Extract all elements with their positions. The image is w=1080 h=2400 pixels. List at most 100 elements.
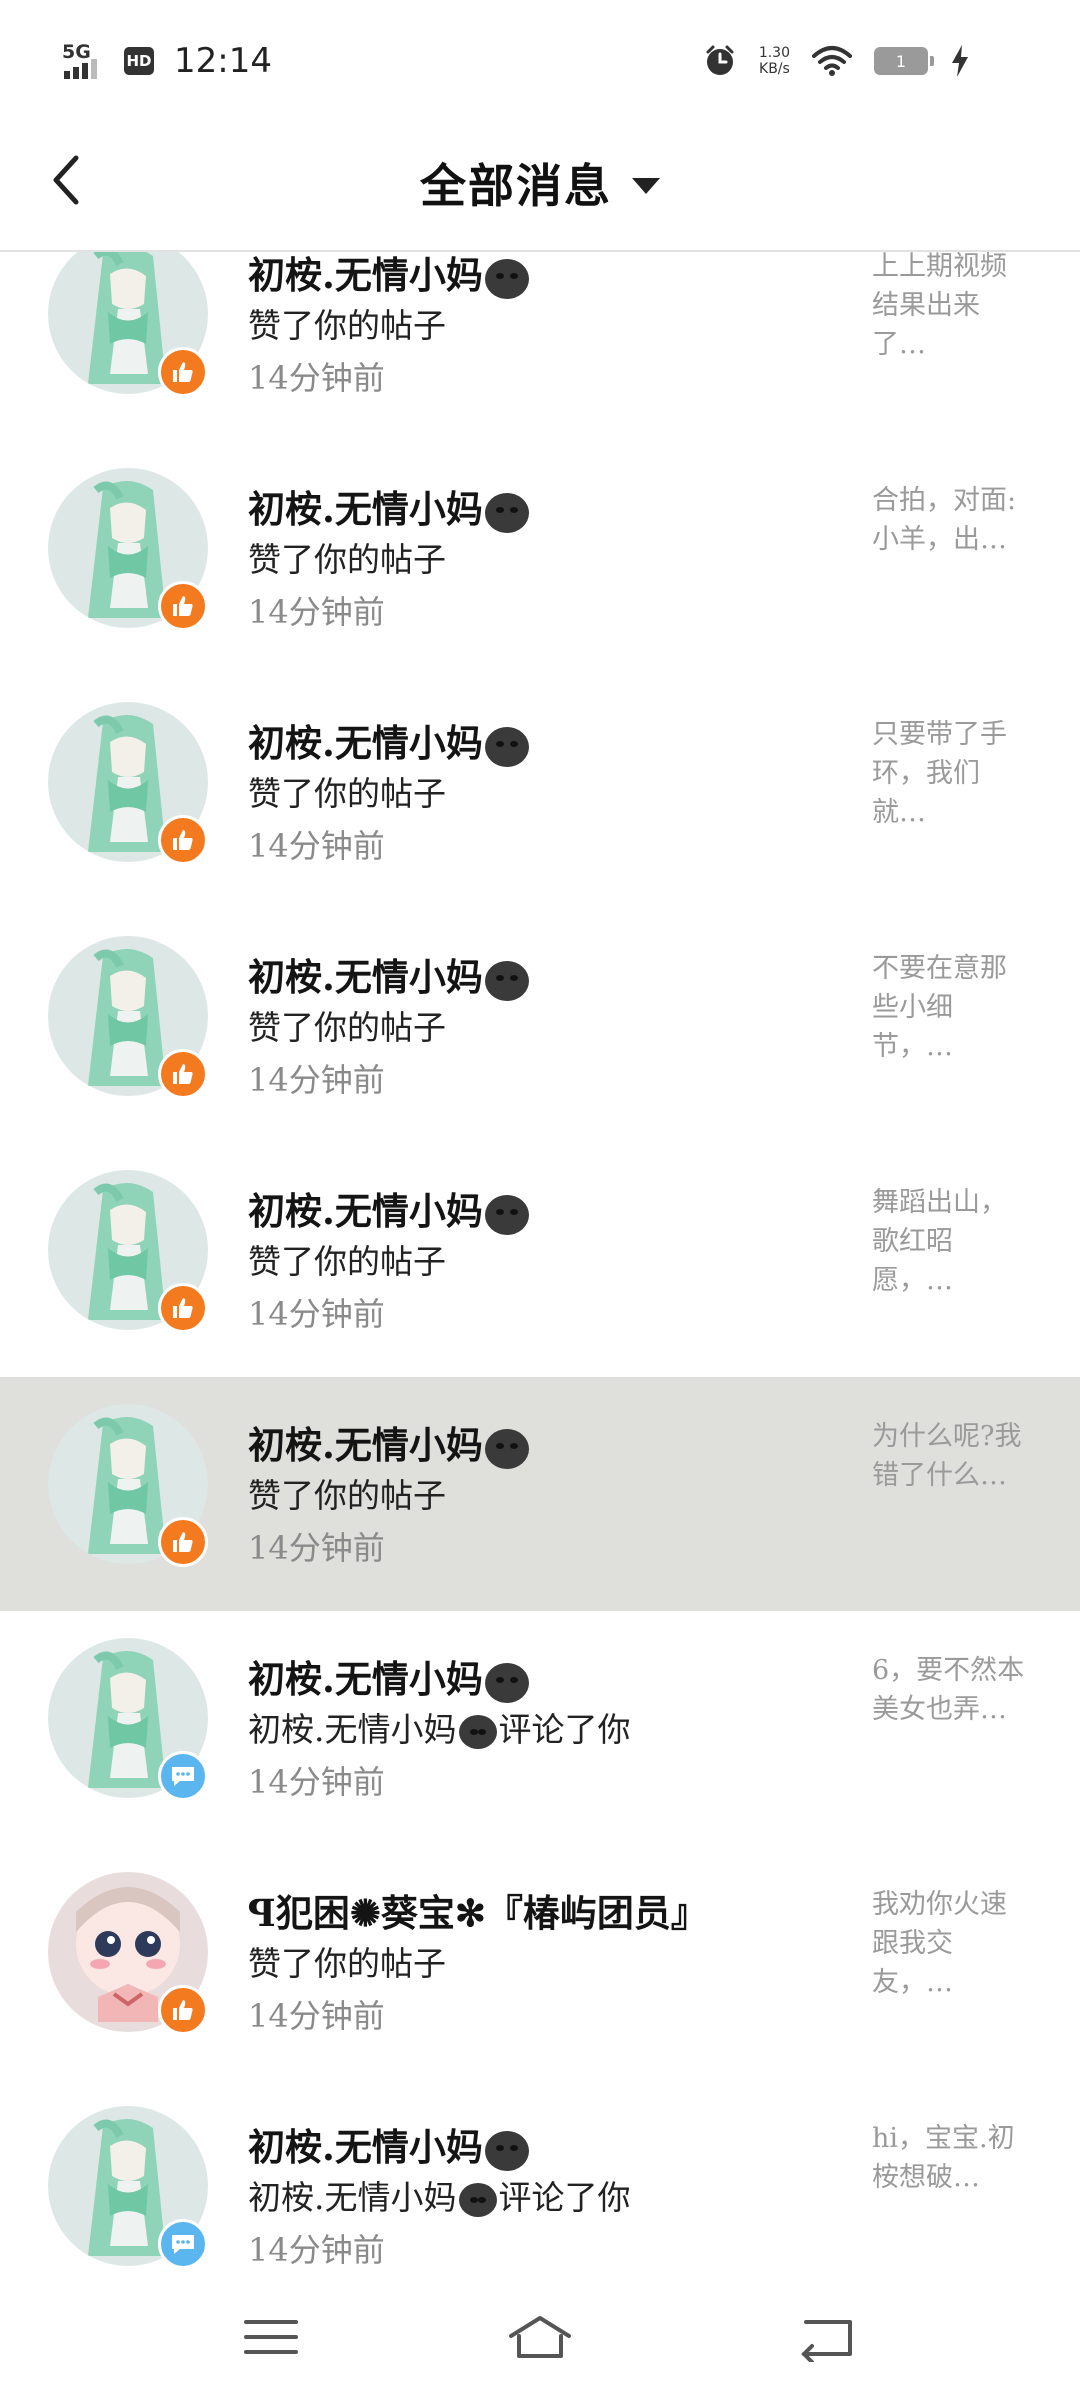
commenter-name: 初桉.无情小妈 <box>248 1710 457 1749</box>
emoji-icon <box>484 258 529 299</box>
user-name[interactable]: 初桉.无情小妈 <box>248 2117 531 2171</box>
post-preview[interactable]: 为什么呢?我错了什么… <box>872 1417 1032 1495</box>
network-type: 5G <box>62 41 91 63</box>
timestamp: 14分钟前 <box>248 1295 385 1333</box>
user-name[interactable]: ꟼ犯困✺葵宝✻『椿屿团员』 <box>248 1883 708 1937</box>
timestamp: 14分钟前 <box>248 1997 385 2035</box>
comment-badge-icon <box>158 2219 208 2269</box>
timestamp: 14分钟前 <box>248 593 385 631</box>
comment-badge-icon <box>158 1751 208 1801</box>
user-name-text: 初桉.无情小妈 <box>248 253 483 297</box>
notification-action: 赞了你的帖子 <box>248 540 446 579</box>
network-speed: 1.30 KB/s <box>759 45 790 77</box>
user-name[interactable]: 初桉.无情小妈 <box>248 947 531 1001</box>
status-left: 5G HD 12:14 <box>62 36 272 86</box>
post-preview[interactable]: hi，宝宝.初桉想破… <box>872 2119 1032 2197</box>
notification-item[interactable]: 初桉.无情小妈赞了你的帖子 14分钟前 舞蹈出山，歌红昭愿，… <box>0 1143 1080 1377</box>
user-name-text: 初桉.无情小妈 <box>248 1189 483 1233</box>
alarm-icon <box>706 45 734 75</box>
timestamp: 14分钟前 <box>248 1529 385 1567</box>
post-preview[interactable]: 舞蹈出山，歌红昭愿，… <box>872 1183 1032 1300</box>
system-nav-bar <box>0 2272 1080 2400</box>
status-bar: 5G HD 12:14 1.30 KB/s 1 <box>0 0 1080 110</box>
notification-action: 赞了你的帖子 <box>248 1944 446 1983</box>
emoji-icon <box>458 1715 497 1749</box>
caret-down-icon <box>632 178 660 194</box>
status-right: 1.30 KB/s 1 <box>703 38 970 84</box>
user-name-text: 初桉.无情小妈 <box>248 1657 483 1701</box>
message-filter-dropdown[interactable]: 全部消息 <box>0 150 1080 216</box>
notification-item[interactable]: 初桉.无情小妈 初桉.无情小妈 评论了你 14分钟前 hi，宝宝.初桉想破… <box>0 2079 1080 2272</box>
user-name[interactable]: 初桉.无情小妈 <box>248 252 531 299</box>
user-name[interactable]: 初桉.无情小妈 <box>248 1415 531 1469</box>
emoji-icon <box>484 2130 529 2171</box>
speed-value: 1.30 <box>758 45 790 61</box>
notification-item[interactable]: 初桉.无情小妈赞了你的帖子 14分钟前 为什么呢?我错了什么… <box>0 1377 1080 1611</box>
notification-item[interactable]: 初桉.无情小妈赞了你的帖子 14分钟前 不要在意那些小细节，… <box>0 909 1080 1143</box>
like-badge-icon <box>158 1985 208 2035</box>
commenter-name: 初桉.无情小妈 <box>248 2178 457 2217</box>
notification-item[interactable]: 初桉.无情小妈赞了你的帖子 14分钟前 上上期视频结果出来了… <box>0 252 1080 441</box>
timestamp: 14分钟前 <box>248 1763 385 1801</box>
user-name[interactable]: 初桉.无情小妈 <box>248 479 531 533</box>
emoji-icon <box>484 960 529 1001</box>
user-name[interactable]: 初桉.无情小妈 <box>248 1649 531 1703</box>
emoji-icon <box>484 1662 529 1703</box>
emoji-icon <box>484 726 529 767</box>
user-name-text: 初桉.无情小妈 <box>248 2125 483 2169</box>
emoji-icon <box>458 2183 497 2217</box>
user-name-text: 初桉.无情小妈 <box>248 1423 483 1467</box>
user-name-text: 初桉.无情小妈 <box>248 487 483 531</box>
hd-icon: HD <box>124 47 154 75</box>
post-preview[interactable]: 上上期视频结果出来了… <box>872 252 1032 364</box>
timestamp: 14分钟前 <box>248 2231 385 2269</box>
post-preview[interactable]: 只要带了手环，我们就… <box>872 715 1032 832</box>
notification-item[interactable]: 初桉.无情小妈 初桉.无情小妈 评论了你 14分钟前 6，要不然本美女也弄… <box>0 1611 1080 1845</box>
notification-list[interactable]: 初桉.无情小妈 赞了你的帖子 14分钟前 上上期视频结果出来了… 初桉.无情小妈 赞了你的… <box>0 252 1080 2272</box>
notification-action: 初桉.无情小妈 评论了你 <box>248 1703 631 1751</box>
back-icon[interactable] <box>790 2312 860 2362</box>
user-name-text: 初桉.无情小妈 <box>248 955 483 999</box>
user-name-text: ꟼ犯困✺葵宝✻『椿屿团员』 <box>248 1891 708 1935</box>
post-preview[interactable]: 不要在意那些小细节，… <box>872 949 1032 1066</box>
page-title: 全部消息 <box>420 159 612 213</box>
like-badge-icon <box>158 1517 208 1567</box>
like-badge-icon <box>158 347 208 397</box>
header: 全部消息 <box>0 110 1080 250</box>
user-name[interactable]: 初桉.无情小妈 <box>248 1181 531 1235</box>
notification-action: 初桉.无情小妈 评论了你 <box>248 2171 631 2219</box>
notification-item[interactable]: 初桉.无情小妈赞了你的帖子 14分钟前 合拍，对面:小羊，出… <box>0 441 1080 675</box>
emoji-icon <box>484 492 529 533</box>
home-icon[interactable] <box>505 2312 575 2362</box>
timestamp: 14分钟前 <box>248 1061 385 1099</box>
action-text: 评论了你 <box>498 2178 631 2217</box>
notification-item[interactable]: ꟼ犯困✺葵宝✻『椿屿团员』赞了你的帖子 14分钟前 我劝你火速跟我交友，… <box>0 1845 1080 2079</box>
user-name-text: 初桉.无情小妈 <box>248 721 483 765</box>
charging-icon <box>952 45 968 77</box>
emoji-icon <box>484 1194 529 1235</box>
notification-action: 赞了你的帖子 <box>248 1008 446 1047</box>
post-preview[interactable]: 6，要不然本美女也弄… <box>872 1651 1032 1729</box>
action-text: 评论了你 <box>498 1710 631 1749</box>
post-preview[interactable]: 合拍，对面:小羊，出… <box>872 481 1032 559</box>
like-badge-icon <box>158 581 208 631</box>
notification-action: 赞了你的帖子 <box>248 1476 446 1515</box>
clock: 12:14 <box>174 41 272 81</box>
menu-icon[interactable] <box>236 2312 306 2362</box>
user-name[interactable]: 初桉.无情小妈 <box>248 713 531 767</box>
signal-icon: 5G <box>62 41 110 81</box>
like-badge-icon <box>158 1283 208 1333</box>
like-badge-icon <box>158 1049 208 1099</box>
notification-action: 赞了你的帖子 <box>248 774 446 813</box>
battery-icon: 1 <box>874 47 934 75</box>
timestamp: 14分钟前 <box>248 827 385 865</box>
notification-item[interactable]: 初桉.无情小妈赞了你的帖子 14分钟前 只要带了手环，我们就… <box>0 675 1080 909</box>
emoji-icon <box>484 1428 529 1469</box>
wifi-icon <box>812 46 852 76</box>
notification-action: 赞了你的帖子 <box>248 306 446 345</box>
timestamp: 14分钟前 <box>248 359 385 397</box>
speed-unit: KB/s <box>759 61 790 77</box>
like-badge-icon <box>158 815 208 865</box>
notification-action: 赞了你的帖子 <box>248 1242 446 1281</box>
post-preview[interactable]: 我劝你火速跟我交友，… <box>872 1885 1032 2002</box>
